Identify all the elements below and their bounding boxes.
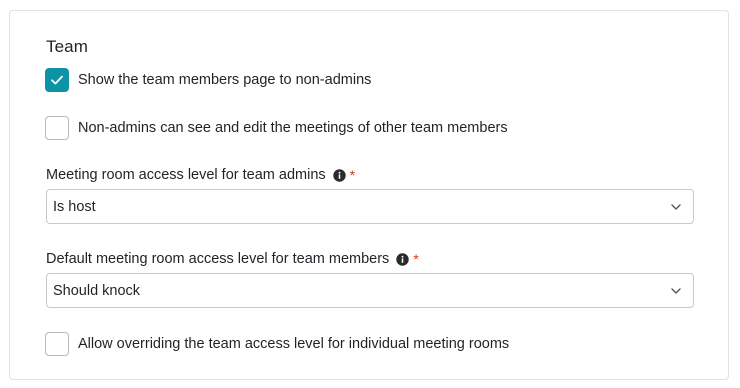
chevron-down-icon: [671, 203, 681, 210]
admin-access-level-value: Is host: [53, 198, 96, 215]
allow-override-label: Allow overriding the team access level f…: [78, 336, 510, 352]
allow-override-checkbox[interactable]: [45, 332, 69, 356]
show-team-members-checkbox[interactable]: [45, 68, 69, 92]
member-access-level-select[interactable]: Should knock: [46, 273, 694, 308]
option-non-admins-edit-meetings[interactable]: Non-admins can see and edit the meetings…: [45, 116, 508, 140]
member-access-level-label: Default meeting room access level for te…: [46, 251, 419, 267]
show-team-members-label: Show the team members page to non-admins: [78, 72, 372, 88]
option-allow-override-access[interactable]: Allow overriding the team access level f…: [45, 332, 509, 356]
info-icon[interactable]: [332, 168, 346, 182]
non-admins-edit-checkbox[interactable]: [45, 116, 69, 140]
non-admins-edit-label: Non-admins can see and edit the meetings…: [78, 120, 508, 136]
required-marker: *: [413, 251, 419, 267]
section-title: Team: [46, 37, 88, 56]
required-marker: *: [349, 167, 356, 183]
chevron-down-icon: [671, 287, 681, 294]
team-settings-card: Team Show the team members page to non-a…: [9, 10, 729, 380]
option-show-team-members-page[interactable]: Show the team members page to non-admins: [45, 68, 371, 92]
info-icon[interactable]: [396, 252, 410, 266]
member-access-level-label-text: Default meeting room access level for te…: [46, 251, 390, 267]
checkmark-icon: [49, 72, 65, 88]
admin-access-level-label-text: Meeting room access level for team admin…: [46, 167, 326, 183]
member-access-level-value: Should knock: [53, 282, 141, 299]
admin-access-level-label: Meeting room access level for team admin…: [46, 167, 355, 183]
admin-access-level-select[interactable]: Is host: [46, 189, 694, 224]
